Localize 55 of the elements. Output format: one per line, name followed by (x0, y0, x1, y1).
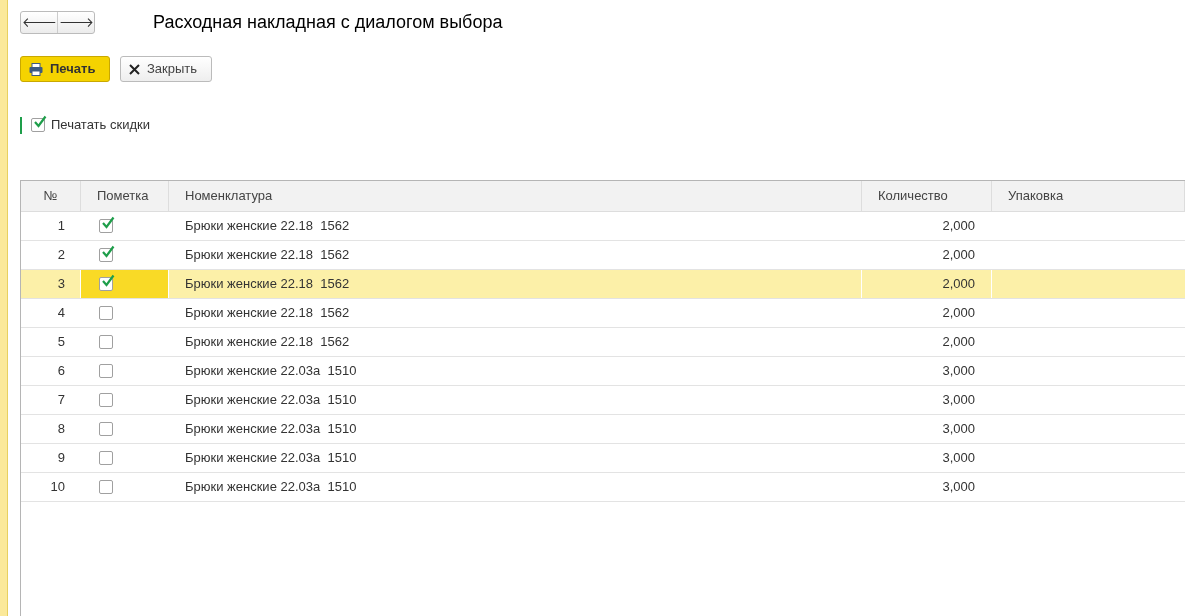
print-button[interactable]: Печать (20, 56, 110, 82)
close-icon (129, 63, 140, 75)
table-cell-text: 2,000 (941, 304, 976, 323)
row-number: 7 (56, 391, 66, 410)
checkbox-label: Печатать скидки (51, 116, 150, 135)
checkbox[interactable] (99, 422, 113, 436)
row-number: 10 (49, 478, 66, 497)
table-cell-text: Брюки женские 22.03а 1510 (184, 420, 358, 439)
table-cell-text: 2,000 (941, 246, 976, 265)
table-cell-text: Брюки женские 22.03а 1510 (184, 391, 358, 410)
row-number: 8 (56, 420, 66, 439)
column-header[interactable]: Упаковка (992, 181, 1185, 211)
close-button[interactable]: Закрыть (120, 56, 212, 82)
table-cell-text: 3,000 (941, 478, 976, 497)
table-cell-text: Брюки женские 22.18 1562 (184, 333, 351, 352)
table-cell-text: Брюки женские 22.18 1562 (184, 246, 351, 265)
checkbox[interactable] (99, 335, 113, 349)
checkbox[interactable] (99, 219, 113, 233)
window-title: Расходная накладная с диалогом выбора (153, 11, 503, 34)
checkbox[interactable] (99, 451, 113, 465)
table-cell-text: Брюки женские 22.03а 1510 (184, 362, 358, 381)
checkbox[interactable] (99, 393, 113, 407)
table-cell-text: Брюки женские 22.03а 1510 (184, 449, 358, 468)
focus-marker (20, 116, 22, 134)
table-cell-text: 3,000 (941, 420, 976, 439)
column-header[interactable]: Номенклатура (169, 181, 862, 211)
table-cell-text: Брюки женские 22.18 1562 (184, 217, 351, 236)
checkbox[interactable] (31, 118, 45, 132)
column-header[interactable]: № (21, 181, 81, 211)
row-number: 6 (56, 362, 66, 381)
table-cell-text: 3,000 (941, 362, 976, 381)
table-cell-text: 2,000 (941, 333, 976, 352)
printer-icon (29, 62, 43, 76)
table-cell-text: 3,000 (941, 391, 976, 410)
table-cell-text: Брюки женские 22.03а 1510 (184, 478, 358, 497)
row-number: 2 (56, 246, 66, 265)
table-cell: Брюки женские 22.18 1562 (169, 270, 862, 298)
back-button[interactable]: 🡐 (21, 12, 58, 33)
row-number: 9 (56, 449, 66, 468)
table-row[interactable]: 3 Брюки женские 22.18 1562 2,000 (21, 270, 1185, 299)
checkbox[interactable] (99, 277, 113, 291)
column-header[interactable]: Пометка (81, 181, 169, 211)
table-cell-text: 3,000 (941, 449, 976, 468)
row-number: 5 (56, 333, 66, 352)
table-cell-text: 2,000 (941, 217, 976, 236)
table-cell: 2,000 (862, 270, 992, 298)
column-header[interactable]: Количество (862, 181, 992, 211)
row-number: 4 (56, 304, 66, 323)
forward-button[interactable]: 🡒 (58, 12, 94, 33)
row-number: 1 (56, 217, 66, 236)
checkbox[interactable] (99, 306, 113, 320)
checkbox[interactable] (99, 248, 113, 262)
checkbox[interactable] (99, 364, 113, 378)
checkbox[interactable] (99, 480, 113, 494)
table-cell-text: Брюки женские 22.18 1562 (184, 304, 351, 323)
